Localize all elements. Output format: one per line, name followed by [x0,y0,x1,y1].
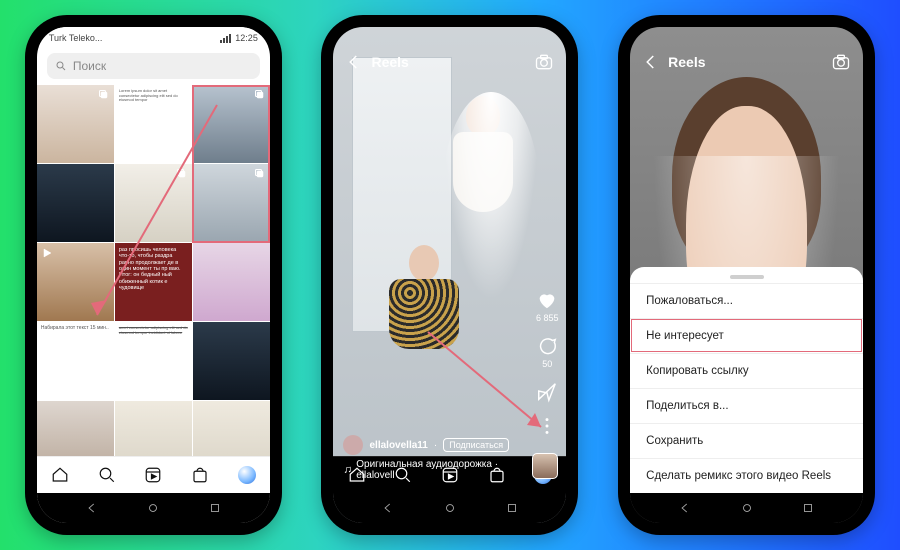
carousel-icon [176,168,188,180]
grid-tile[interactable] [37,164,114,242]
back-arrow-icon[interactable] [642,53,660,71]
like-count: 6 855 [536,313,559,323]
sheet-option-save[interactable]: Сохранить [630,423,863,458]
sheet-option-not-interested[interactable]: Не интересует [630,318,863,353]
play-icon [41,247,53,259]
signal-icon [220,34,231,43]
phone-explore: Turk Teleko... 12:25 Поиск Lorem ipsum d… [25,15,282,535]
share-button[interactable] [536,381,558,403]
annotation-highlight [192,85,270,243]
action-sheet: Пожаловаться... Не интересует Копировать… [630,267,863,493]
grid-tile[interactable] [37,243,114,321]
reels-title: Reels [371,54,408,70]
profile-avatar[interactable] [238,466,256,484]
like-button[interactable]: 6 855 [536,289,559,323]
camera-icon[interactable] [534,52,554,72]
grid-tile[interactable] [193,243,270,321]
reels-meta: ellalovella11 · Подписаться Оригинальная… [343,435,516,481]
grid-tile[interactable]: Набирала этот текст 15 мин.. [37,322,114,400]
android-nav [333,493,566,523]
audio-label[interactable]: Оригинальная аудиодорожка · ellalovell [356,459,516,481]
status-bar: Turk Teleko... 12:25 [37,27,270,47]
comment-count: 50 [542,359,552,369]
reels-tab-icon[interactable] [144,466,162,484]
tutorial-canvas: Turk Teleko... 12:25 Поиск Lorem ipsum d… [0,0,900,550]
back-icon[interactable] [381,501,395,515]
grid-tile[interactable] [37,401,114,456]
search-icon [55,60,67,72]
sheet-option-report[interactable]: Пожаловаться... [630,283,863,318]
home-nav-icon[interactable] [146,501,160,515]
audio-icon [343,465,352,475]
phone-actionsheet: Turk Teleko... 12:47 Reels Пожалов [618,15,875,535]
search-input[interactable]: Поиск [47,53,260,79]
recents-icon[interactable] [208,501,222,515]
reels-header: Reels [630,47,863,77]
author-avatar[interactable] [343,435,363,455]
search-tab-icon[interactable] [98,466,116,484]
sheet-option-copy-link[interactable]: Копировать ссылку [630,353,863,388]
reels-actions: 6 855 50 [536,289,559,437]
android-nav [37,493,270,523]
phone-reels: Turk Teleko... 12:47 Reels [321,15,578,535]
comment-button[interactable]: 50 [536,335,558,369]
audio-thumbnail[interactable] [532,453,558,479]
search-placeholder: Поиск [73,59,106,73]
back-icon[interactable] [85,501,99,515]
more-button[interactable] [536,415,558,437]
grid-tile[interactable] [37,85,114,163]
explore-grid[interactable]: Lorem ipsum dolor sit amet consectetur a… [37,85,270,456]
recents-icon[interactable] [801,501,815,515]
carrier-label: Turk Teleko... [49,33,103,43]
camera-icon[interactable] [831,52,851,72]
grid-tile[interactable]: Lorem ipsum dolor sit amet consectetur a… [115,85,192,163]
author-username[interactable]: ellalovella11 [369,440,427,451]
clock-label: 12:25 [235,33,258,43]
grid-tile[interactable] [193,401,270,456]
subscribe-button[interactable]: Подписаться [443,438,509,452]
sheet-option-remix[interactable]: Сделать ремикс этого видео Reels [630,458,863,493]
back-icon[interactable] [678,501,692,515]
grid-tile[interactable] [115,164,192,242]
grid-tile[interactable] [193,322,270,400]
android-nav [630,493,863,523]
sheet-option-share[interactable]: Поделиться в... [630,388,863,423]
reels-header: Reels [333,47,566,77]
back-arrow-icon[interactable] [345,53,363,71]
home-nav-icon[interactable] [740,501,754,515]
home-icon[interactable] [51,466,69,484]
recents-icon[interactable] [505,501,519,515]
reels-title: Reels [668,54,705,70]
grid-tile[interactable] [115,401,192,456]
grid-tile[interactable]: раз просишь человека что-то, чтобы раздр… [115,243,192,321]
carousel-icon [98,89,110,101]
shop-tab-icon[interactable] [191,466,209,484]
grid-tile[interactable]: amet consectetur adipiscing elit sed do … [115,322,192,400]
bottom-tabbar [37,456,270,493]
sheet-grabber[interactable] [730,275,764,279]
home-nav-icon[interactable] [443,501,457,515]
